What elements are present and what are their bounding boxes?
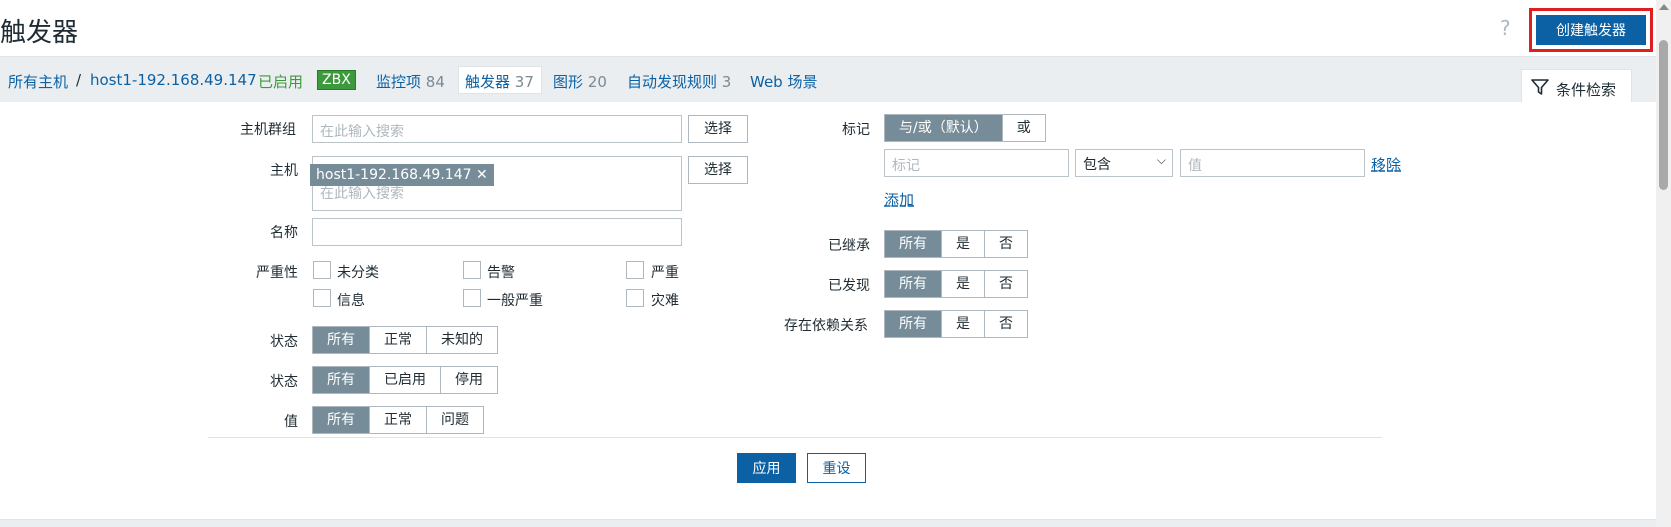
name-input[interactable] [312, 218, 682, 246]
page-title: 触发器 [0, 18, 79, 48]
help-icon[interactable]: ? [1500, 16, 1511, 40]
inherited-segmented-control: 所有 是 否 [884, 230, 1028, 258]
dependencies-option-yes[interactable]: 是 [942, 311, 985, 337]
host-chip-label: host1-192.168.49.147 [316, 167, 472, 183]
nav-graphs[interactable]: 图形 20 [553, 71, 607, 92]
severity-not-classified-label: 未分类 [337, 265, 379, 281]
host-status-enabled[interactable]: 已启用 [258, 71, 303, 92]
severity-label: 严重性 [256, 265, 298, 281]
nav-graphs-label[interactable]: 图形 [553, 73, 583, 91]
tag-operator-select[interactable]: 包含 ⌵ [1075, 149, 1173, 177]
nav-items-count: 84 [425, 73, 445, 91]
dependencies-label: 存在依赖关系 [784, 318, 868, 334]
tags-evaltype-and-or[interactable]: 与/或（默认） [885, 115, 1003, 141]
state-segmented-control: 所有 正常 未知的 [312, 326, 498, 354]
nav-discovery-count: 3 [721, 73, 732, 91]
discovered-label: 已发现 [828, 278, 870, 294]
severity-average-checkbox[interactable] [463, 289, 481, 307]
severity-high-label: 严重 [651, 265, 679, 281]
host-group-label: 主机群组 [240, 122, 296, 138]
severity-warning-checkbox[interactable] [463, 261, 481, 279]
severity-information-label: 信息 [337, 293, 365, 309]
value-segmented-control: 所有 正常 问题 [312, 406, 484, 434]
value-label: 值 [284, 414, 298, 430]
filter-panel: 主机群组 在此输入搜索 选择 主机 host1-192.168.49.147 ✕… [0, 102, 1656, 520]
tag-add-link[interactable]: 添加 [884, 189, 914, 210]
tags-label: 标记 [842, 122, 870, 138]
tag-value-input[interactable]: 值 [1180, 149, 1365, 177]
name-label: 名称 [270, 225, 298, 241]
host-navigation-bar: 所有主机 / host1-192.168.49.147 已启用 ZBX 监控项 … [0, 58, 1656, 102]
nav-web-scenarios[interactable]: Web 场景 [750, 71, 817, 92]
value-option-problem[interactable]: 问题 [427, 407, 483, 433]
zbx-availability-badge: ZBX [317, 70, 356, 90]
severity-warning-label: 告警 [487, 265, 515, 281]
nav-items[interactable]: 监控项 84 [376, 71, 445, 92]
tag-remove-link[interactable]: 移除 [1371, 154, 1401, 175]
inherited-option-all[interactable]: 所有 [885, 231, 942, 257]
discovered-option-no[interactable]: 否 [985, 271, 1027, 297]
nav-host[interactable]: host1-192.168.49.147 [90, 71, 257, 89]
nav-all-hosts[interactable]: 所有主机 [8, 71, 68, 92]
filter-tab-label: 条件检索 [1556, 81, 1617, 99]
value-option-all[interactable]: 所有 [313, 407, 370, 433]
filter-funnel-icon [1531, 79, 1549, 95]
status-option-enabled[interactable]: 已启用 [370, 367, 441, 393]
status-option-all[interactable]: 所有 [313, 367, 370, 393]
inherited-option-yes[interactable]: 是 [942, 231, 985, 257]
reset-button[interactable]: 重设 [807, 453, 866, 483]
state-option-all[interactable]: 所有 [313, 327, 370, 353]
nav-items-label[interactable]: 监控项 [376, 73, 421, 91]
nav-discovery-label[interactable]: 自动发现规则 [627, 73, 717, 91]
nav-discovery-rules[interactable]: 自动发现规则 3 [627, 71, 731, 92]
chip-remove-icon[interactable]: ✕ [476, 167, 488, 183]
state-option-normal[interactable]: 正常 [370, 327, 427, 353]
breadcrumb-separator: / [76, 71, 82, 89]
tags-evaltype-or[interactable]: 或 [1002, 115, 1045, 141]
host-search-placeholder: 在此输入搜索 [320, 186, 404, 202]
discovered-segmented-control: 所有 是 否 [884, 270, 1028, 298]
nav-triggers-count: 37 [514, 73, 534, 91]
apply-button[interactable]: 应用 [737, 453, 796, 483]
value-option-ok[interactable]: 正常 [370, 407, 427, 433]
page-header: 触发器 ? 创建触发器 [0, 0, 1656, 57]
nav-triggers[interactable]: 触发器 37 [465, 71, 534, 92]
tag-name-input[interactable]: 标记 [884, 149, 1069, 177]
state-option-unknown[interactable]: 未知的 [427, 327, 497, 353]
nav-graphs-count: 20 [587, 73, 607, 91]
host-group-select-button[interactable]: 选择 [688, 115, 748, 143]
status-label: 状态 [270, 374, 298, 390]
discovered-option-all[interactable]: 所有 [885, 271, 942, 297]
status-option-disabled[interactable]: 停用 [441, 367, 497, 393]
filter-tab[interactable]: 条件检索 [1521, 69, 1632, 106]
chevron-down-icon: ⌵ [1156, 153, 1166, 167]
dependencies-option-no[interactable]: 否 [985, 311, 1027, 337]
filter-divider [208, 437, 1382, 438]
discovered-option-yes[interactable]: 是 [942, 271, 985, 297]
inherited-option-no[interactable]: 否 [985, 231, 1027, 257]
state-label: 状态 [270, 334, 298, 350]
vertical-scrollbar[interactable] [1656, 0, 1671, 527]
host-group-input[interactable]: 在此输入搜索 [312, 115, 682, 143]
tag-operator-value: 包含 [1083, 157, 1111, 173]
scroll-thumb[interactable] [1659, 40, 1668, 190]
severity-not-classified-checkbox[interactable] [313, 261, 331, 279]
nav-triggers-label[interactable]: 触发器 [465, 73, 510, 91]
severity-average-label: 一般严重 [487, 293, 543, 309]
dependencies-option-all[interactable]: 所有 [885, 311, 942, 337]
status-segmented-control: 所有 已启用 停用 [312, 366, 498, 394]
create-trigger-highlight: 创建触发器 [1529, 8, 1653, 52]
severity-disaster-checkbox[interactable] [626, 289, 644, 307]
host-select-button[interactable]: 选择 [688, 156, 748, 184]
host-label: 主机 [270, 163, 298, 179]
severity-disaster-label: 灾难 [651, 293, 679, 309]
dependencies-segmented-control: 所有 是 否 [884, 310, 1028, 338]
tags-evaltype-control: 与/或（默认） 或 [884, 114, 1046, 142]
severity-high-checkbox[interactable] [626, 261, 644, 279]
inherited-label: 已继承 [828, 238, 870, 254]
create-trigger-button[interactable]: 创建触发器 [1536, 15, 1646, 45]
scroll-up-arrow-icon[interactable] [1659, 4, 1669, 10]
severity-information-checkbox[interactable] [313, 289, 331, 307]
